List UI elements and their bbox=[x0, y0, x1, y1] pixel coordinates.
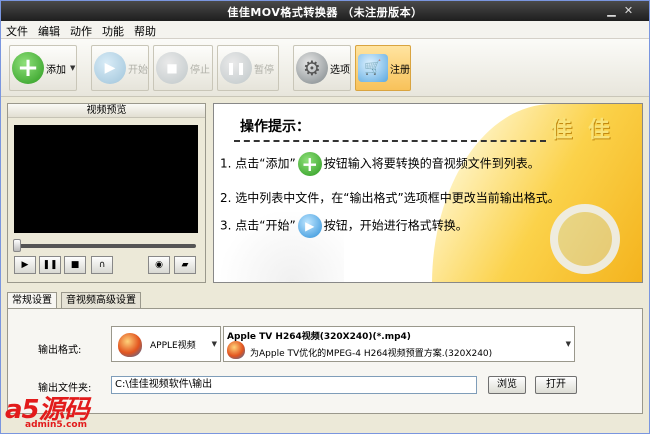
stop-button[interactable]: ■ bbox=[64, 256, 86, 274]
play-button[interactable]: ▶ bbox=[14, 256, 36, 274]
seek-handle[interactable] bbox=[13, 239, 21, 252]
play-icon: ▶ bbox=[21, 260, 29, 270]
register-label: 注册 bbox=[390, 64, 410, 76]
menu-edit[interactable]: 编辑 bbox=[33, 21, 65, 41]
category-value: APPLE视频 bbox=[150, 341, 196, 351]
pause-button[interactable]: ❚❚ 暂停 bbox=[217, 45, 279, 91]
menu-action[interactable]: 动作 bbox=[65, 21, 97, 41]
preview-title: 视频预览 bbox=[8, 104, 205, 118]
stop-label: 停止 bbox=[190, 64, 210, 76]
loop-icon: ∩ bbox=[98, 260, 106, 270]
output-folder-input[interactable]: C:\佳佳视频软件\输出 bbox=[111, 376, 477, 394]
add-button[interactable]: + 添加 ▼ bbox=[9, 45, 77, 91]
tip-step-1-text-b: 按钮输入将要转换的音视频文件到列表。 bbox=[323, 156, 540, 171]
cart-icon: 🛒 bbox=[358, 54, 388, 82]
tab-general[interactable]: 常规设置 bbox=[7, 292, 57, 309]
tip-step-3: 3. 点击“开始” ▶ 按钮，开始进行格式转换。 bbox=[220, 214, 468, 238]
snapshot-button[interactable]: ◉ bbox=[148, 256, 170, 274]
open-button[interactable]: 打开 bbox=[535, 376, 577, 394]
browse-button[interactable]: 浏览 bbox=[488, 376, 526, 394]
tip-step-2: 2. 选中列表中文件，在“输出格式”选项框中更改当前输出格式。 bbox=[220, 191, 560, 205]
camera-icon: ◉ bbox=[155, 260, 163, 270]
tip-step-1-text-a: 1. 点击“添加” bbox=[220, 156, 296, 171]
chevron-down-icon: ▼ bbox=[565, 340, 571, 348]
chevron-down-icon: ▼ bbox=[211, 340, 217, 348]
format-select[interactable]: Apple TV H264视频(320X240)(*.mp4) 为Apple T… bbox=[223, 326, 575, 362]
brand-logo: 佳 佳 bbox=[550, 118, 614, 143]
close-icon[interactable]: ✕ bbox=[622, 4, 635, 17]
tab-advanced[interactable]: 音视频高级设置 bbox=[61, 292, 141, 308]
add-label: 添加 bbox=[46, 64, 66, 76]
pause-icon: ❚❚ bbox=[42, 260, 58, 270]
watermark-site: admin5.com bbox=[25, 420, 87, 430]
window-title: 佳佳MOV格式转换器 （未注册版本） bbox=[227, 6, 423, 19]
quicktime-logo bbox=[550, 204, 620, 274]
app-window: 佳佳MOV格式转换器 （未注册版本） ▁ ✕ 文件 编辑 动作 功能 帮助 + 添加 ▼… bbox=[0, 0, 650, 434]
tips-divider bbox=[234, 140, 546, 142]
chevron-down-icon[interactable]: ▼ bbox=[70, 64, 75, 72]
category-select[interactable]: APPLE视频 ▼ bbox=[111, 326, 221, 362]
gear-icon: ⚙ bbox=[296, 52, 328, 84]
options-label: 选项 bbox=[330, 64, 350, 76]
pause-button[interactable]: ❚❚ bbox=[39, 256, 61, 274]
stop-button[interactable]: ■ 停止 bbox=[153, 45, 213, 91]
open-folder-button[interactable]: ▰ bbox=[174, 256, 196, 274]
title-bar[interactable]: 佳佳MOV格式转换器 （未注册版本） ▁ ✕ bbox=[1, 1, 649, 21]
add-icon: + bbox=[12, 52, 44, 84]
pause-label: 暂停 bbox=[254, 64, 274, 76]
video-preview-panel: 视频预览 ▶ ❚❚ ■ ∩ ◉ ▰ bbox=[7, 103, 206, 283]
play-icon: ▶ bbox=[297, 214, 322, 238]
apple-icon bbox=[118, 333, 142, 357]
output-format-label: 输出格式: bbox=[38, 345, 82, 356]
minimize-icon[interactable]: ▁ bbox=[605, 4, 618, 17]
folder-icon: ▰ bbox=[181, 260, 189, 270]
loop-button[interactable]: ∩ bbox=[91, 256, 113, 274]
tip-step-1: 1. 点击“添加” + 按钮输入将要转换的音视频文件到列表。 bbox=[220, 152, 540, 176]
menu-file[interactable]: 文件 bbox=[1, 21, 33, 41]
menu-function[interactable]: 功能 bbox=[97, 21, 129, 41]
options-button[interactable]: ⚙ 选项 bbox=[293, 45, 351, 91]
toolbar: + 添加 ▼ ▶ 开始 ■ 停止 ❚❚ 暂停 ⚙ 选项 🛒 注册 bbox=[1, 39, 649, 97]
video-screen bbox=[14, 125, 198, 233]
apple-icon bbox=[227, 341, 245, 359]
tips-panel: 佳 佳 操作提示： 1. 点击“添加” + 按钮输入将要转换的音视频文件到列表。 2… bbox=[213, 103, 643, 283]
format-description: 为Apple TV优化的MPEG-4 H264视频预置方案.(320X240) bbox=[250, 349, 493, 359]
tip-step-3-text-b: 按钮，开始进行格式转换。 bbox=[323, 218, 468, 233]
format-title: Apple TV H264视频(320X240)(*.mp4) bbox=[227, 332, 411, 342]
menu-help[interactable]: 帮助 bbox=[129, 21, 161, 41]
stop-icon: ■ bbox=[70, 260, 80, 270]
tips-heading: 操作提示： bbox=[240, 119, 310, 135]
start-button[interactable]: ▶ 开始 bbox=[91, 45, 149, 91]
play-icon: ▶ bbox=[94, 52, 126, 84]
stop-icon: ■ bbox=[156, 52, 188, 84]
pause-icon: ❚❚ bbox=[220, 52, 252, 84]
seek-track[interactable] bbox=[16, 244, 196, 248]
start-label: 开始 bbox=[128, 64, 148, 76]
watermark-logo: a5源码 admin5.com bbox=[1, 387, 131, 434]
menu-bar: 文件 编辑 动作 功能 帮助 bbox=[1, 21, 649, 39]
add-icon: + bbox=[297, 152, 322, 176]
register-button[interactable]: 🛒 注册 bbox=[355, 45, 411, 91]
tip-step-3-text-a: 3. 点击“开始” bbox=[220, 218, 296, 233]
